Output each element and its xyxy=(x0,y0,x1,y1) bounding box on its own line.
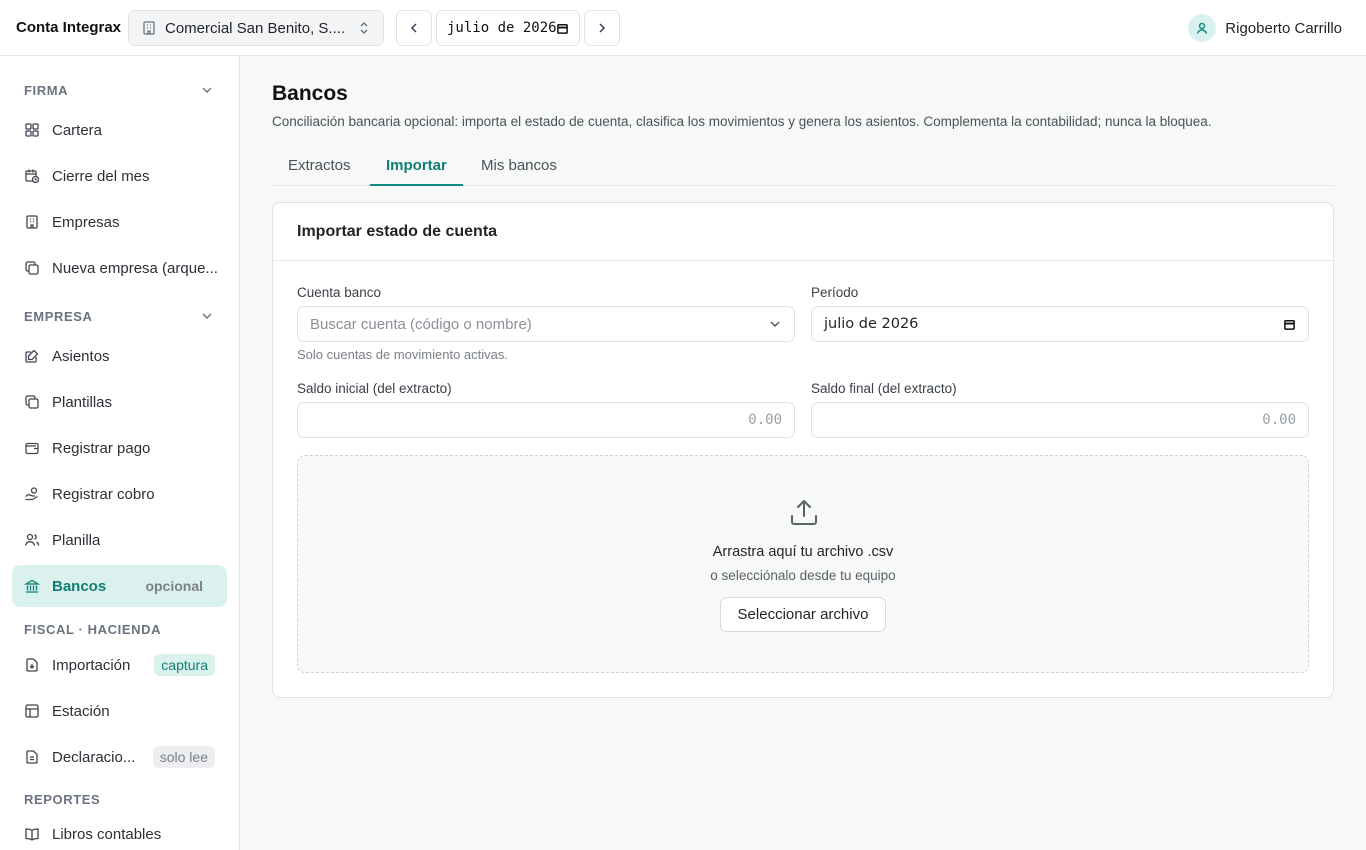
company-name: Comercial San Benito, S.... xyxy=(165,19,346,37)
section-empresa-title: EMPRESA xyxy=(24,309,93,324)
calendar-icon[interactable] xyxy=(556,22,569,35)
opening-balance-input[interactable]: 0.00 xyxy=(297,402,795,438)
dropzone-subtitle: o selecciónalo desde tu equipo xyxy=(710,568,896,583)
calendar-icon[interactable] xyxy=(1283,318,1296,331)
period-picker[interactable]: julio de 2026 xyxy=(436,10,580,46)
sidebar-item-bancos[interactable]: Bancos opcional xyxy=(12,565,227,607)
sidebar-item-nueva-empresa[interactable]: Nueva empresa (arque... xyxy=(12,247,227,289)
select-file-button[interactable]: Seleccionar archivo xyxy=(720,597,886,632)
opening-balance-label: Saldo inicial (del extracto) xyxy=(297,381,452,396)
app-brand: Conta Integrax xyxy=(16,19,122,36)
chevron-down-icon[interactable] xyxy=(200,83,214,97)
building-icon xyxy=(143,21,155,35)
optional-badge: opcional xyxy=(145,578,203,594)
copy-icon xyxy=(25,261,39,275)
company-selector[interactable]: Comercial San Benito, S.... xyxy=(128,10,384,46)
table-icon xyxy=(25,704,39,718)
account-hint: Solo cuentas de movimiento activas. xyxy=(297,347,508,362)
top-bar: Conta Integrax Comercial San Benito, S..… xyxy=(0,0,1366,56)
closing-balance-input[interactable]: 0.00 xyxy=(811,402,1309,438)
sidebar-item-label: Empresas xyxy=(52,213,120,231)
chevron-updown-icon xyxy=(360,22,368,34)
users-icon xyxy=(24,533,40,546)
sidebar-item-label: Importación xyxy=(52,656,131,674)
chevron-down-icon xyxy=(770,321,780,327)
chevron-down-icon[interactable] xyxy=(200,309,214,323)
dropzone-title: Arrastra aquí tu archivo .csv xyxy=(712,544,894,560)
hand-coins-icon xyxy=(25,487,38,501)
sidebar-item-declaraciones[interactable]: Declaracio... solo lee xyxy=(12,736,227,778)
file-text-icon xyxy=(26,750,38,764)
sidebar-item-cartera[interactable]: Cartera xyxy=(12,109,227,151)
card-header: Importar estado de cuenta xyxy=(273,203,1333,261)
sidebar-item-registrar-cobro[interactable]: Registrar cobro xyxy=(12,473,227,515)
user-name: Rigoberto Carrillo xyxy=(1225,19,1342,37)
read-only-badge: solo lee xyxy=(152,746,215,768)
copy-icon xyxy=(25,395,39,409)
card-title: Importar estado de cuenta xyxy=(297,223,498,240)
main-content: Bancos Conciliación bancaria opcional: i… xyxy=(240,56,1366,850)
bank-icon xyxy=(24,579,40,593)
sidebar-item-label: Bancos xyxy=(52,577,107,595)
upload-icon xyxy=(791,500,817,525)
section-firma-title: FIRMA xyxy=(24,83,69,98)
chevron-left-icon xyxy=(410,23,417,33)
sidebar-item-plantillas[interactable]: Plantillas xyxy=(12,381,227,423)
closing-balance-placeholder: 0.00 xyxy=(1262,412,1296,428)
sidebar-item-estacion[interactable]: Estación xyxy=(12,690,227,732)
sidebar-item-planilla[interactable]: Planilla xyxy=(12,519,227,561)
import-card: Importar estado de cuenta Cuenta banco B… xyxy=(272,202,1334,698)
next-period-button[interactable] xyxy=(584,10,620,46)
opening-balance-placeholder: 0.00 xyxy=(748,412,782,428)
period-field-value: julio de 2026 xyxy=(824,316,919,332)
account-search-select[interactable]: Buscar cuenta (código o nombre) xyxy=(297,306,795,342)
sidebar-item-importacion[interactable]: Importación captura xyxy=(12,644,227,686)
sidebar-item-registrar-pago[interactable]: Registrar pago xyxy=(12,427,227,469)
sidebar-item-libros-contables[interactable]: Libros contables xyxy=(12,813,227,850)
user-icon xyxy=(1197,22,1208,34)
edit-note-icon xyxy=(25,349,39,363)
file-dropzone[interactable]: Arrastra aquí tu archivo .csv o selecció… xyxy=(297,455,1309,673)
calendar-clock-icon xyxy=(25,169,40,184)
sidebar-item-label: Registrar cobro xyxy=(52,485,155,503)
sidebar-item-label: Registrar pago xyxy=(52,439,151,457)
sidebar-item-label: Nueva empresa (arque... xyxy=(52,259,218,277)
sidebar-item-label: Plantillas xyxy=(52,393,113,411)
sidebar-item-label: Planilla xyxy=(52,531,101,549)
file-import-icon xyxy=(26,658,38,672)
book-open-icon xyxy=(25,828,39,841)
building-icon xyxy=(26,215,38,229)
section-fiscal-title: FISCAL · HACIENDA xyxy=(24,622,162,637)
sidebar-item-asientos[interactable]: Asientos xyxy=(12,335,227,377)
tab-importar[interactable]: Importar xyxy=(370,146,463,186)
account-label: Cuenta banco xyxy=(297,285,382,300)
grid-icon xyxy=(25,123,39,137)
chevron-right-icon xyxy=(599,23,606,33)
prev-period-button[interactable] xyxy=(396,10,432,46)
tab-extractos[interactable]: Extractos xyxy=(272,146,367,185)
page-title: Bancos xyxy=(272,82,348,105)
period-value: julio de 2026 xyxy=(447,20,556,36)
section-reportes-title: REPORTES xyxy=(24,792,101,807)
sidebar: FIRMA Cartera Cierre del mes Empresas Nu… xyxy=(0,56,240,850)
sidebar-item-label: Cierre del mes xyxy=(52,167,150,185)
closing-balance-label: Saldo final (del extracto) xyxy=(811,381,957,396)
tab-bar: Extractos Importar Mis bancos xyxy=(272,146,1334,186)
capture-badge: captura xyxy=(154,654,215,676)
sidebar-item-cierre-del-mes[interactable]: Cierre del mes xyxy=(12,155,227,197)
avatar xyxy=(1188,14,1217,42)
sidebar-item-label: Cartera xyxy=(52,121,103,139)
sidebar-item-empresas[interactable]: Empresas xyxy=(12,201,227,243)
tab-mis-bancos[interactable]: Mis bancos xyxy=(465,146,573,185)
period-field[interactable]: julio de 2026 xyxy=(811,306,1309,342)
account-placeholder: Buscar cuenta (código o nombre) xyxy=(310,315,532,333)
page-subtitle: Conciliación bancaria opcional: importa … xyxy=(272,114,1212,129)
wallet-icon xyxy=(25,442,39,455)
sidebar-item-label: Libros contables xyxy=(52,825,162,843)
sidebar-item-label: Asientos xyxy=(52,347,110,365)
period-label: Período xyxy=(811,285,859,300)
user-menu[interactable]: Rigoberto Carrillo xyxy=(1188,14,1342,42)
sidebar-item-label: Estación xyxy=(52,702,110,720)
sidebar-item-label: Declaracio... xyxy=(52,748,136,766)
